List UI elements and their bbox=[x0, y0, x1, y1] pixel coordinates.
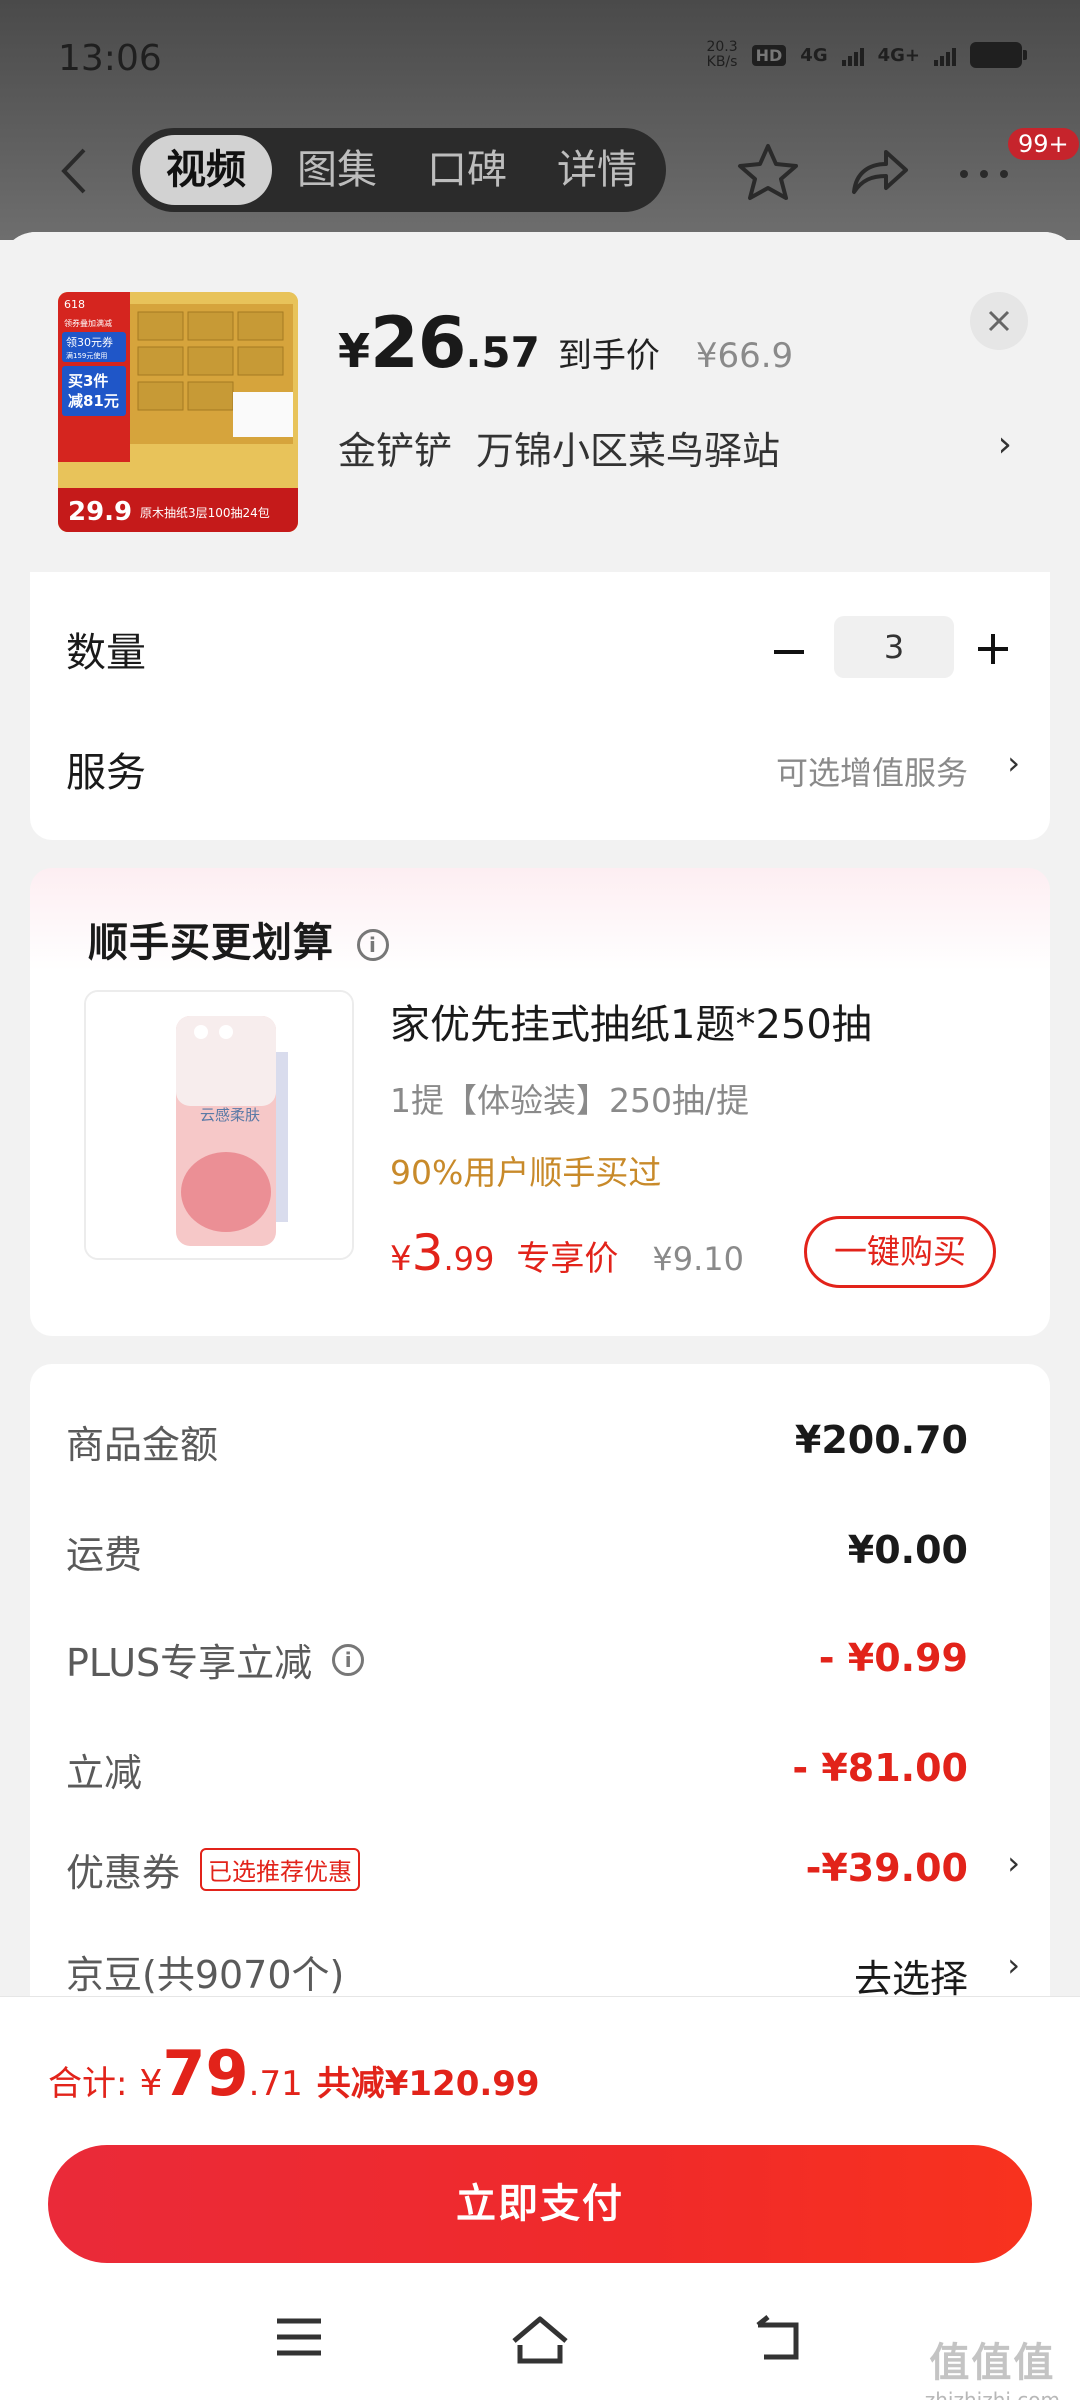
plus-info-icon[interactable]: i bbox=[332, 1643, 365, 1676]
thumb-desc-text: 原木抽纸3层100抽24包 bbox=[140, 506, 270, 520]
service-hint[interactable]: 可选增值服务 bbox=[776, 748, 968, 794]
hd-icon: HD bbox=[751, 44, 787, 66]
total-label: 合计: bbox=[48, 2064, 128, 2104]
quantity-minus-button[interactable] bbox=[774, 650, 804, 654]
network-4g-label: 4G bbox=[800, 44, 828, 66]
addon-social-proof: 90%用户顺手买过 bbox=[390, 1153, 662, 1192]
chevron-right-icon[interactable]: › bbox=[998, 424, 1012, 465]
product-thumbnail: 618 领券叠加满减 领30元券 满159元使用 买3件 减81元 29.9 原… bbox=[58, 292, 298, 532]
pay-now-button[interactable]: 立即支付 bbox=[48, 2145, 1032, 2263]
coupon-tag: 已选推荐优惠 bbox=[200, 1848, 361, 1891]
addon-name[interactable]: 家优先挂式抽纸1题*250抽 bbox=[390, 992, 872, 1050]
checkout-footer: 合计: ¥ 79 .71 共减¥120.99 立即支付 bbox=[0, 1996, 1080, 2400]
notification-badge: 99+ bbox=[1008, 128, 1079, 160]
net-speed: 20.3 KB/s bbox=[706, 39, 738, 70]
status-bar: 13:06 20.3 KB/s HD 4G 4G+ bbox=[0, 30, 1080, 90]
tab-reviews[interactable]: 口碑 bbox=[402, 135, 532, 205]
status-icons: 20.3 KB/s HD 4G 4G+ bbox=[706, 39, 1027, 70]
summary-row-instant-discount: 立减 - ¥81.00 bbox=[66, 1746, 968, 1795]
summary-row-coupon[interactable]: 优惠券 已选推荐优惠 -¥39.00 › bbox=[30, 1832, 1050, 1912]
one-click-buy-button[interactable]: 一键购买 bbox=[804, 1216, 996, 1288]
battery-icon bbox=[970, 42, 1027, 68]
original-price: ¥66.9 bbox=[695, 336, 794, 376]
addon-price-tag: 专享价 bbox=[516, 1239, 619, 1279]
thumb-coupon-text: 领券叠加满减 bbox=[64, 318, 112, 328]
quantity-plus-button[interactable] bbox=[978, 634, 1008, 664]
thumb-coupon-amount: 领30元券 bbox=[66, 335, 113, 349]
summary-row-shipping: 运费 ¥0.00 bbox=[66, 1528, 968, 1577]
thumb-badge-text: 618 bbox=[64, 298, 85, 311]
home-icon[interactable] bbox=[510, 2315, 570, 2365]
info-icon[interactable]: i bbox=[356, 929, 389, 961]
addon-original-price: ¥9.10 bbox=[652, 1240, 744, 1278]
tab-details[interactable]: 详情 bbox=[532, 135, 662, 205]
recipient-name: 金铲铲 bbox=[338, 429, 453, 473]
favorite-star-icon[interactable] bbox=[736, 142, 800, 202]
media-tab-bar: 视频 图集 口碑 详情 bbox=[132, 128, 666, 212]
product-image: 618 领券叠加满减 领30元券 满159元使用 买3件 减81元 29.9 原… bbox=[58, 292, 298, 532]
addon-spec: 1提【体验装】250抽/提 bbox=[390, 1081, 750, 1120]
addon-thumb-text: 云感柔肤 bbox=[200, 1106, 260, 1124]
close-button[interactable] bbox=[970, 292, 1028, 350]
addon-title: 顺手买更划算 i bbox=[88, 910, 389, 968]
share-icon[interactable] bbox=[846, 142, 910, 202]
coupon-chevron-icon[interactable]: › bbox=[1007, 1844, 1020, 1882]
status-time: 13:06 bbox=[58, 38, 162, 79]
pickup-location: 万锦小区菜鸟驿站 bbox=[476, 429, 781, 473]
price-tag-label: 到手价 bbox=[557, 336, 660, 376]
jingdou-chevron-icon[interactable]: › bbox=[1007, 1946, 1020, 1984]
addon-price: ¥ 3 .99 专享价 ¥9.10 bbox=[390, 1224, 744, 1282]
product-header: 618 领券叠加满减 领30元券 满159元使用 买3件 减81元 29.9 原… bbox=[0, 232, 1080, 572]
product-price: ¥ 26 .57 到手价 ¥66.9 bbox=[338, 302, 794, 384]
back-system-icon[interactable] bbox=[754, 2315, 804, 2363]
watermark: 值值值 zhizhizhi.com bbox=[924, 2340, 1060, 2400]
thumb-buy3-text: 买3件 bbox=[68, 372, 108, 390]
summary-row-goods: 商品金额 ¥200.70 bbox=[66, 1418, 968, 1467]
service-label: 服务 bbox=[66, 750, 146, 796]
tab-gallery[interactable]: 图集 bbox=[272, 135, 402, 205]
top-nav: 视频 图集 口碑 详情 99+ bbox=[0, 128, 1080, 214]
thumb-price-text: 29.9 bbox=[68, 497, 132, 527]
thumb-discount-text: 减81元 bbox=[68, 392, 119, 410]
addon-thumbnail[interactable]: 云感柔肤 bbox=[84, 990, 354, 1260]
thumb-coupon-cond: 满159元使用 bbox=[66, 351, 107, 360]
total-amount: 合计: ¥ 79 .71 共减¥120.99 bbox=[48, 2037, 540, 2110]
more-icon[interactable] bbox=[954, 142, 1014, 202]
summary-row-plus-discount: PLUS专享立减 i - ¥0.99 bbox=[66, 1636, 968, 1685]
quantity-label: 数量 bbox=[66, 630, 146, 676]
back-arrow-icon[interactable] bbox=[56, 146, 92, 196]
quantity-input[interactable]: 3 bbox=[834, 616, 954, 678]
delivery-address[interactable]: 金铲铲 万锦小区菜鸟驿站 bbox=[338, 420, 780, 475]
tab-video[interactable]: 视频 bbox=[140, 135, 272, 205]
close-icon bbox=[988, 310, 1010, 332]
addon-card: 顺手买更划算 i 云感柔肤 家优先挂式抽纸1题*250抽 1提【体验装】250抽… bbox=[30, 868, 1050, 1336]
network-4g-plus-label: 4G+ bbox=[877, 44, 920, 66]
signal-icon bbox=[841, 44, 864, 66]
menu-icon[interactable] bbox=[274, 2315, 324, 2359]
addon-product-image: 云感柔肤 bbox=[86, 992, 352, 1258]
signal-icon-2 bbox=[934, 44, 956, 66]
service-chevron-icon[interactable]: › bbox=[1007, 744, 1020, 782]
quantity-service-card: 数量 3 服务 可选增值服务 › bbox=[30, 572, 1050, 840]
total-saved: 共减¥120.99 bbox=[316, 2064, 540, 2104]
